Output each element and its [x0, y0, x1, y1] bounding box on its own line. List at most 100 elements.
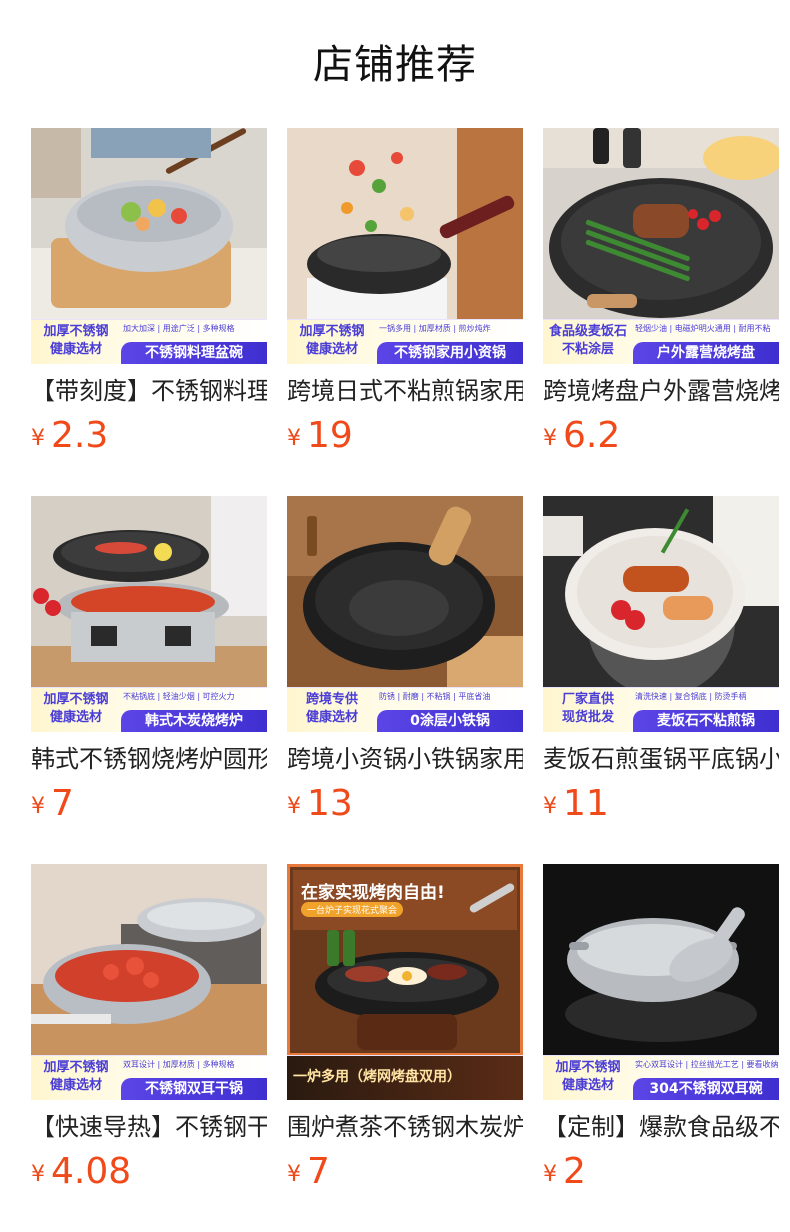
product-image[interactable]: 加厚不锈钢 健康选材 不粘锅底 | 轻油少烟 | 可控火力 韩式木炭烧烤炉: [31, 496, 267, 732]
promo-banner: 加厚不锈钢 健康选材 实心双耳设计 | 拉丝抛光工艺 | 要看收纳 304不锈钢…: [543, 1055, 779, 1100]
double-ear-pot-crayfish-photo: [31, 864, 267, 1056]
product-label: 户外露营烧烤盘: [633, 342, 779, 364]
product-label: 麦饭石不粘煎锅: [633, 710, 779, 732]
price-value: 6.2: [563, 415, 621, 456]
page-title: 店铺推荐: [313, 42, 477, 88]
product-title[interactable]: 跨境日式不粘煎锅家用: [287, 374, 523, 408]
product-title[interactable]: 【定制】爆款食品级不锈: [543, 1110, 779, 1144]
price-value: 7: [51, 783, 74, 824]
product-card[interactable]: 厂家直供 现货批发 清洗快速 | 复合锅底 | 防烫手柄 麦饭石不粘煎锅 麦饭石…: [543, 496, 779, 864]
badge: 加厚不锈钢 健康选材: [543, 1056, 633, 1100]
badge-line1: 加厚不锈钢: [43, 1060, 109, 1075]
product-label: 0涂层小铁锅: [377, 710, 523, 732]
product-price: ¥6.2: [543, 414, 779, 463]
feature-tags: 双耳设计 | 加厚材质 | 多种规格: [123, 1060, 235, 1069]
product-price: ¥13: [287, 782, 523, 831]
promo-banner: 加厚不锈钢 健康选材 一锅多用 | 加厚材质 | 煎炒炖炸 不锈钢家用小资锅: [287, 319, 523, 364]
product-image[interactable]: 加厚不锈钢 健康选材 实心双耳设计 | 拉丝抛光工艺 | 要看收纳 304不锈钢…: [543, 864, 779, 1100]
product-card[interactable]: 加厚不锈钢 健康选材 不粘锅底 | 轻油少烟 | 可控火力 韩式木炭烧烤炉 韩式…: [31, 496, 267, 864]
badge-line1: 跨境专供: [305, 692, 358, 707]
white-frying-pan-sausage-photo: [543, 496, 779, 688]
product-label: 304不锈钢双耳碗: [633, 1078, 779, 1100]
product-price: ¥11: [543, 782, 779, 831]
product-title[interactable]: 韩式不锈钢烧烤炉圆形: [31, 742, 267, 776]
product-grid: 加厚不锈钢 健康选材 加大加深 | 用途广泛 | 多种规格 不锈钢料理盆碗 【带…: [31, 128, 781, 1232]
badge-line2: 健康选材: [49, 710, 102, 725]
feature-tags: 轻烟少油 | 电磁炉明火通用 | 耐用不粘: [635, 324, 771, 333]
product-image[interactable]: 跨境专供 健康选材 防锈 | 耐磨 | 不粘锅 | 平底省油 0涂层小铁锅: [287, 496, 523, 732]
subline: 一台炉子实现花式聚会: [307, 906, 398, 916]
badge-line1: 加厚不锈钢: [43, 324, 109, 339]
headline-overlay: 在家实现烤肉自由!: [301, 878, 445, 903]
product-card[interactable]: 加厚不锈钢 健康选材 实心双耳设计 | 拉丝抛光工艺 | 要看收纳 304不锈钢…: [543, 864, 779, 1232]
product-price: ¥7: [31, 782, 267, 831]
price-value: 2: [563, 1151, 586, 1192]
product-image[interactable]: 加厚不锈钢 健康选材 双耳设计 | 加厚材质 | 多种规格 不锈钢双耳干锅: [31, 864, 267, 1100]
badge: 厂家直供 现货批发: [543, 688, 633, 732]
currency-symbol: ¥: [543, 794, 557, 819]
product-image[interactable]: 食品级麦饭石 不粘涂层 轻烟少油 | 电磁炉明火通用 | 耐用不粘 户外露营烧烤…: [543, 128, 779, 364]
product-label: 韩式木炭烧烤炉: [121, 710, 267, 732]
promo-banner: 加厚不锈钢 健康选材 加大加深 | 用途广泛 | 多种规格 不锈钢料理盆碗: [31, 319, 267, 364]
currency-symbol: ¥: [543, 426, 557, 451]
product-image[interactable]: 在家实现烤肉自由! 一台炉子实现花式聚会 一炉多用（烤网烤盘双用）: [287, 864, 523, 1100]
badge-line2: 健康选材: [305, 710, 358, 725]
badge: 加厚不锈钢 健康选材: [31, 1056, 121, 1100]
price-value: 4.08: [51, 1151, 132, 1192]
badge: 食品级麦饭石 不粘涂层: [543, 320, 633, 364]
promo-banner: 跨境专供 健康选材 防锈 | 耐磨 | 不粘锅 | 平底省油 0涂层小铁锅: [287, 687, 523, 732]
product-price: ¥2.3: [31, 414, 267, 463]
currency-symbol: ¥: [31, 426, 45, 451]
product-label: 不锈钢双耳干锅: [121, 1078, 267, 1100]
currency-symbol: ¥: [287, 426, 301, 451]
badge-line1: 加厚不锈钢: [299, 324, 365, 339]
feature-tags: 加大加深 | 用途广泛 | 多种规格: [123, 324, 235, 333]
feature-tags: 一锅多用 | 加厚材质 | 煎炒炖炸: [379, 324, 491, 333]
promo-banner: 一炉多用（烤网烤盘双用）: [287, 1055, 523, 1100]
product-price: ¥4.08: [31, 1150, 267, 1199]
product-card[interactable]: 加厚不锈钢 健康选材 双耳设计 | 加厚材质 | 多种规格 不锈钢双耳干锅 【快…: [31, 864, 267, 1232]
badge-line2: 现货批发: [561, 710, 614, 725]
product-label: 不锈钢家用小资锅: [377, 342, 523, 364]
product-image[interactable]: 加厚不锈钢 健康选材 加大加深 | 用途广泛 | 多种规格 不锈钢料理盆碗: [31, 128, 267, 364]
badge: 加厚不锈钢 健康选材: [31, 688, 121, 732]
badge-line2: 健康选材: [561, 1078, 614, 1093]
price-value: 7: [307, 1151, 330, 1192]
iron-wok-wood-handle-photo: [287, 496, 523, 688]
feature-tags: 不粘锅底 | 轻油少烟 | 可控火力: [123, 692, 235, 701]
subline-overlay: 一台炉子实现花式聚会: [301, 902, 404, 917]
product-price: ¥7: [287, 1150, 523, 1199]
product-card[interactable]: 加厚不锈钢 健康选材 一锅多用 | 加厚材质 | 煎炒炖炸 不锈钢家用小资锅 跨…: [287, 128, 523, 496]
badge: 加厚不锈钢 健康选材: [31, 320, 121, 364]
product-price: ¥2: [543, 1150, 779, 1199]
product-card[interactable]: 加厚不锈钢 健康选材 加大加深 | 用途广泛 | 多种规格 不锈钢料理盆碗 【带…: [31, 128, 267, 496]
badge-line2: 健康选材: [49, 342, 102, 357]
badge: 加厚不锈钢 健康选材: [287, 320, 377, 364]
promo-banner: 加厚不锈钢 健康选材 双耳设计 | 加厚材质 | 多种规格 不锈钢双耳干锅: [31, 1055, 267, 1100]
badge-line2: 健康选材: [49, 1078, 102, 1093]
product-card[interactable]: 跨境专供 健康选材 防锈 | 耐磨 | 不粘锅 | 平底省油 0涂层小铁锅 跨境…: [287, 496, 523, 864]
price-value: 2.3: [51, 415, 109, 456]
product-title[interactable]: 麦饭石煎蛋锅平底锅小: [543, 742, 779, 776]
product-image[interactable]: 加厚不锈钢 健康选材 一锅多用 | 加厚材质 | 煎炒炖炸 不锈钢家用小资锅: [287, 128, 523, 364]
product-card[interactable]: 食品级麦饭石 不粘涂层 轻烟少油 | 电磁炉明火通用 | 耐用不粘 户外露营烧烤…: [543, 128, 779, 496]
product-image[interactable]: 厂家直供 现货批发 清洗快速 | 复合锅底 | 防烫手柄 麦饭石不粘煎锅: [543, 496, 779, 732]
price-value: 19: [307, 415, 353, 456]
grill-pan-steak-asparagus-photo: [543, 128, 779, 320]
price-value: 13: [307, 783, 353, 824]
product-label: 不锈钢料理盆碗: [121, 342, 267, 364]
product-title[interactable]: 【快速导热】不锈钢干锅: [31, 1110, 267, 1144]
headline: 在家实现烤肉自由!: [301, 883, 445, 903]
product-title[interactable]: 围炉煮茶不锈钢木炭炉: [287, 1110, 523, 1144]
badge-line1: 加厚不锈钢: [555, 1060, 621, 1075]
promo-banner: 食品级麦饭石 不粘涂层 轻烟少油 | 电磁炉明火通用 | 耐用不粘 户外露营烧烤…: [543, 319, 779, 364]
product-title[interactable]: 跨境烤盘户外露营烧烤: [543, 374, 779, 408]
currency-symbol: ¥: [543, 1162, 557, 1187]
badge: 跨境专供 健康选材: [287, 688, 377, 732]
product-card[interactable]: 在家实现烤肉自由! 一台炉子实现花式聚会 一炉多用（烤网烤盘双用） 围炉煮茶不锈…: [287, 864, 523, 1232]
promo-banner: 加厚不锈钢 健康选材 不粘锅底 | 轻油少烟 | 可控火力 韩式木炭烧烤炉: [31, 687, 267, 732]
product-title[interactable]: 跨境小资锅小铁锅家用: [287, 742, 523, 776]
product-title[interactable]: 【带刻度】不锈钢料理盆: [31, 374, 267, 408]
steel-bowl-scoop-dark-photo: [543, 864, 779, 1056]
feature-tags: 防锈 | 耐磨 | 不粘锅 | 平底省油: [379, 692, 491, 701]
